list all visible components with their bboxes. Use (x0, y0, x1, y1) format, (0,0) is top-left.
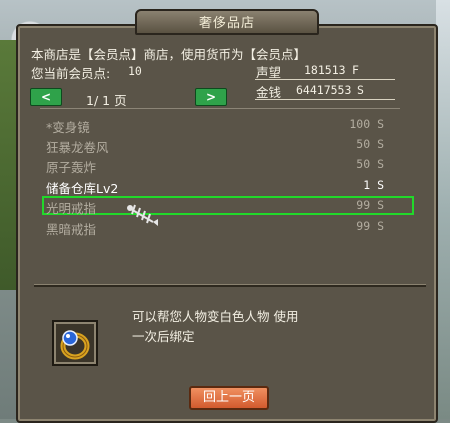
back-button[interactable]: 回上一页 (189, 386, 269, 410)
ring-icon (60, 330, 90, 360)
points-label: 您当前会员点: (31, 66, 111, 81)
money-unit: S (357, 83, 364, 97)
list-item[interactable]: 狂暴龙卷风 50 S (42, 135, 414, 155)
page-indicator: 1/ 1 页 (86, 93, 127, 108)
prev-page-button[interactable]: < (30, 88, 62, 106)
arrow-left-icon: < (40, 90, 52, 104)
item-name: 黑暗戒指 (46, 222, 97, 237)
money-underline (255, 99, 395, 100)
item-name: *变身镜 (46, 120, 90, 135)
points-value: 10 (128, 64, 142, 78)
item-price: 1 S (363, 178, 384, 192)
description-line-1: 可以帮您人物变白色人物 使用 (132, 309, 299, 324)
reputation-value: 181513 (304, 63, 346, 77)
arrow-right-icon: > (205, 90, 217, 104)
item-price: 100 S (349, 117, 384, 131)
background-tree (0, 40, 16, 290)
item-price: 50 S (356, 157, 384, 171)
item-price: 99 S (356, 219, 384, 233)
list-item-selected[interactable]: 光明戒指 99 S (42, 196, 414, 216)
item-price: 99 S (356, 198, 384, 212)
list-item[interactable]: 储备仓库Lv2 1 S (42, 176, 414, 196)
item-name: 原子轰炸 (46, 160, 97, 175)
item-name: 狂暴龙卷风 (46, 140, 109, 155)
item-name: 储备仓库Lv2 (46, 181, 119, 196)
background-edge (436, 0, 450, 419)
reputation-unit: F (352, 63, 359, 77)
money-value: 64417553 (296, 83, 352, 97)
item-icon-frame (52, 320, 98, 366)
store-description: 本商店是【会员点】商店，使用货币为【会员点】 (31, 47, 307, 62)
item-name: 光明戒指 (46, 201, 97, 216)
list-item[interactable]: 黑暗戒指 99 S (42, 217, 414, 237)
list-divider (40, 108, 400, 109)
list-item[interactable]: 原子轰炸 50 S (42, 155, 414, 175)
description-line-2: 一次后绑定 (132, 329, 195, 344)
reputation-underline (255, 79, 395, 80)
next-page-button[interactable]: > (195, 88, 227, 106)
item-price: 50 S (356, 137, 384, 151)
window-title: 奢侈品店 (198, 16, 255, 31)
fish-bone-cursor-icon (127, 204, 158, 226)
list-item[interactable]: *变身镜 100 S (42, 115, 414, 135)
